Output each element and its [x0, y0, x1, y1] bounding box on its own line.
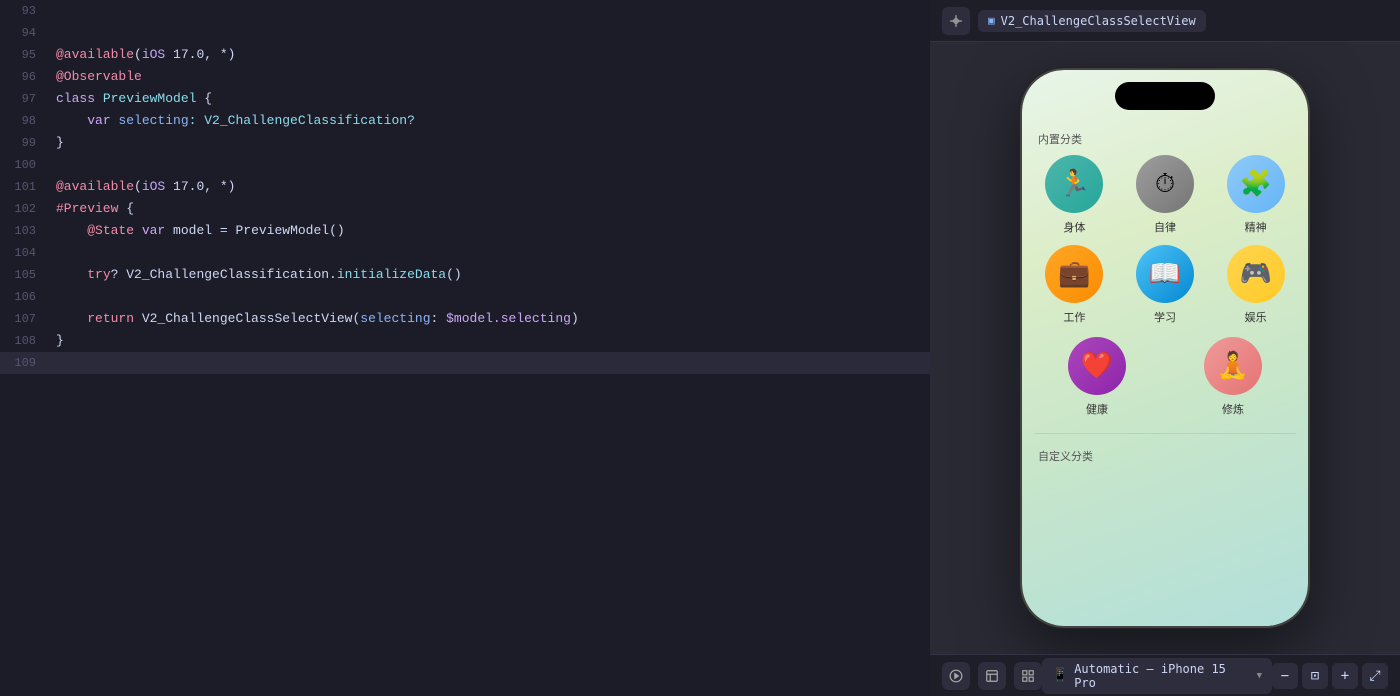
zoom-controls: − ⊡ + ⤢ — [1272, 663, 1388, 689]
device-icon: 📱 — [1052, 668, 1068, 683]
dynamic-island — [1115, 82, 1215, 110]
code-line: 101@available(iOS 17.0, *) — [0, 176, 930, 198]
line-content: #Preview { — [48, 198, 930, 220]
section-divider — [1034, 433, 1296, 434]
builtin-icon-grid: 🏃 身体 ⏱ 自律 🧩 精神 💼 工作 📖 学习 🎮 娱乐 — [1022, 155, 1308, 337]
icon-item[interactable]: 🧩 精神 — [1215, 155, 1296, 235]
zoom-out-button[interactable]: − — [1272, 663, 1298, 689]
bottom-icon-row: ❤️ 健康 🧘 修炼 — [1022, 337, 1308, 429]
zoom-fit-button[interactable]: ⊡ — [1302, 663, 1328, 689]
line-content: @available(iOS 17.0, *) — [48, 176, 930, 198]
line-content: try? V2_ChallengeClassification.initiali… — [48, 264, 930, 286]
icon-item[interactable]: ❤️ 健康 — [1034, 337, 1160, 417]
line-content: @Observable — [48, 66, 930, 88]
preview-panel: ▣ V2_ChallengeClassSelectView 内置分类 🏃 身体 ⏱ 自… — [930, 0, 1400, 696]
line-content — [48, 352, 930, 374]
line-content: @State var model = PreviewModel() — [48, 220, 930, 242]
code-line: 99} — [0, 132, 930, 154]
view-name-label: V2_ChallengeClassSelectView — [1001, 14, 1196, 28]
icon-label: 娱乐 — [1245, 309, 1267, 325]
code-line: 109 — [0, 352, 930, 374]
canvas-button[interactable] — [978, 662, 1006, 690]
code-line: 96@Observable — [0, 66, 930, 88]
icon-item[interactable]: 📖 学习 — [1125, 245, 1206, 325]
icon-item[interactable]: 💼 工作 — [1034, 245, 1115, 325]
device-selector[interactable]: 📱 Automatic – iPhone 15 Pro ▼ — [1042, 658, 1272, 694]
code-editor[interactable]: 93 94 95@available(iOS 17.0, *)96@Observ… — [0, 0, 930, 696]
live-preview-button[interactable] — [942, 662, 970, 690]
icon-label: 健康 — [1086, 401, 1108, 417]
bottom-left-tools — [942, 662, 1042, 690]
code-line: 94 — [0, 22, 930, 44]
icon-label: 自律 — [1154, 219, 1176, 235]
code-line: 93 — [0, 0, 930, 22]
grid-button[interactable] — [1014, 662, 1042, 690]
line-content — [48, 22, 930, 44]
icon-circle: 🎮 — [1227, 245, 1285, 303]
icon-circle: ⏱ — [1136, 155, 1194, 213]
icon-item[interactable]: 🧘 修炼 — [1170, 337, 1296, 417]
line-content: } — [48, 330, 930, 352]
preview-topbar: ▣ V2_ChallengeClassSelectView — [930, 0, 1400, 42]
code-line: 105 try? V2_ChallengeClassification.init… — [0, 264, 930, 286]
line-content — [48, 154, 930, 176]
line-content — [48, 0, 930, 22]
code-line: 108} — [0, 330, 930, 352]
custom-section-label: 自定义分类 — [1022, 442, 1308, 472]
icon-label: 精神 — [1245, 219, 1267, 235]
zoom-in-button[interactable]: + — [1332, 663, 1358, 689]
icon-circle: 🧩 — [1227, 155, 1285, 213]
icon-label: 学习 — [1154, 309, 1176, 325]
icon-item[interactable]: ⏱ 自律 — [1125, 155, 1206, 235]
line-content — [48, 242, 930, 264]
icon-circle: 🧘 — [1204, 337, 1262, 395]
line-content: var selecting: V2_ChallengeClassificatio… — [48, 110, 930, 132]
icon-label: 身体 — [1063, 219, 1085, 235]
line-content: class PreviewModel { — [48, 88, 930, 110]
code-line: 95@available(iOS 17.0, *) — [0, 44, 930, 66]
code-line: 98 var selecting: V2_ChallengeClassifica… — [0, 110, 930, 132]
builtin-section-label: 内置分类 — [1022, 125, 1308, 155]
line-content: return V2_ChallengeClassSelectView(selec… — [48, 308, 930, 330]
preview-bottombar: 📱 Automatic – iPhone 15 Pro ▼ − ⊡ + ⤢ — [930, 654, 1400, 696]
icon-circle: ❤️ — [1068, 337, 1126, 395]
code-lines: 93 94 95@available(iOS 17.0, *)96@Observ… — [0, 0, 930, 374]
code-line: 100 — [0, 154, 930, 176]
chevron-down-icon: ▼ — [1257, 671, 1262, 681]
phone-frame: 内置分类 🏃 身体 ⏱ 自律 🧩 精神 💼 工作 📖 学习 🎮 娱乐 ❤️ 健康 🧘 修炼 自定义分类 — [1020, 68, 1310, 628]
icon-circle: 📖 — [1136, 245, 1194, 303]
view-selector[interactable]: ▣ V2_ChallengeClassSelectView — [978, 10, 1206, 32]
code-line: 97class PreviewModel { — [0, 88, 930, 110]
phone-preview-area: 内置分类 🏃 身体 ⏱ 自律 🧩 精神 💼 工作 📖 学习 🎮 娱乐 ❤️ 健康 🧘 修炼 自定义分类 — [930, 42, 1400, 654]
pin-button[interactable] — [942, 7, 970, 35]
phone-screen: 内置分类 🏃 身体 ⏱ 自律 🧩 精神 💼 工作 📖 学习 🎮 娱乐 ❤️ 健康 🧘 修炼 自定义分类 — [1022, 70, 1308, 626]
icon-item[interactable]: 🎮 娱乐 — [1215, 245, 1296, 325]
code-line: 104 — [0, 242, 930, 264]
code-line: 103 @State var model = PreviewModel() — [0, 220, 930, 242]
line-content — [48, 286, 930, 308]
code-line: 107 return V2_ChallengeClassSelectView(s… — [0, 308, 930, 330]
device-label: Automatic – iPhone 15 Pro — [1074, 662, 1250, 690]
code-line: 106 — [0, 286, 930, 308]
view-icon: ▣ — [988, 14, 995, 27]
icon-item[interactable]: 🏃 身体 — [1034, 155, 1115, 235]
icon-circle: 🏃 — [1045, 155, 1103, 213]
icon-label: 修炼 — [1222, 401, 1244, 417]
icon-label: 工作 — [1063, 309, 1085, 325]
icon-circle: 💼 — [1045, 245, 1103, 303]
zoom-full-button[interactable]: ⤢ — [1362, 663, 1388, 689]
code-line: 102#Preview { — [0, 198, 930, 220]
line-content: } — [48, 132, 930, 154]
line-content: @available(iOS 17.0, *) — [48, 44, 930, 66]
